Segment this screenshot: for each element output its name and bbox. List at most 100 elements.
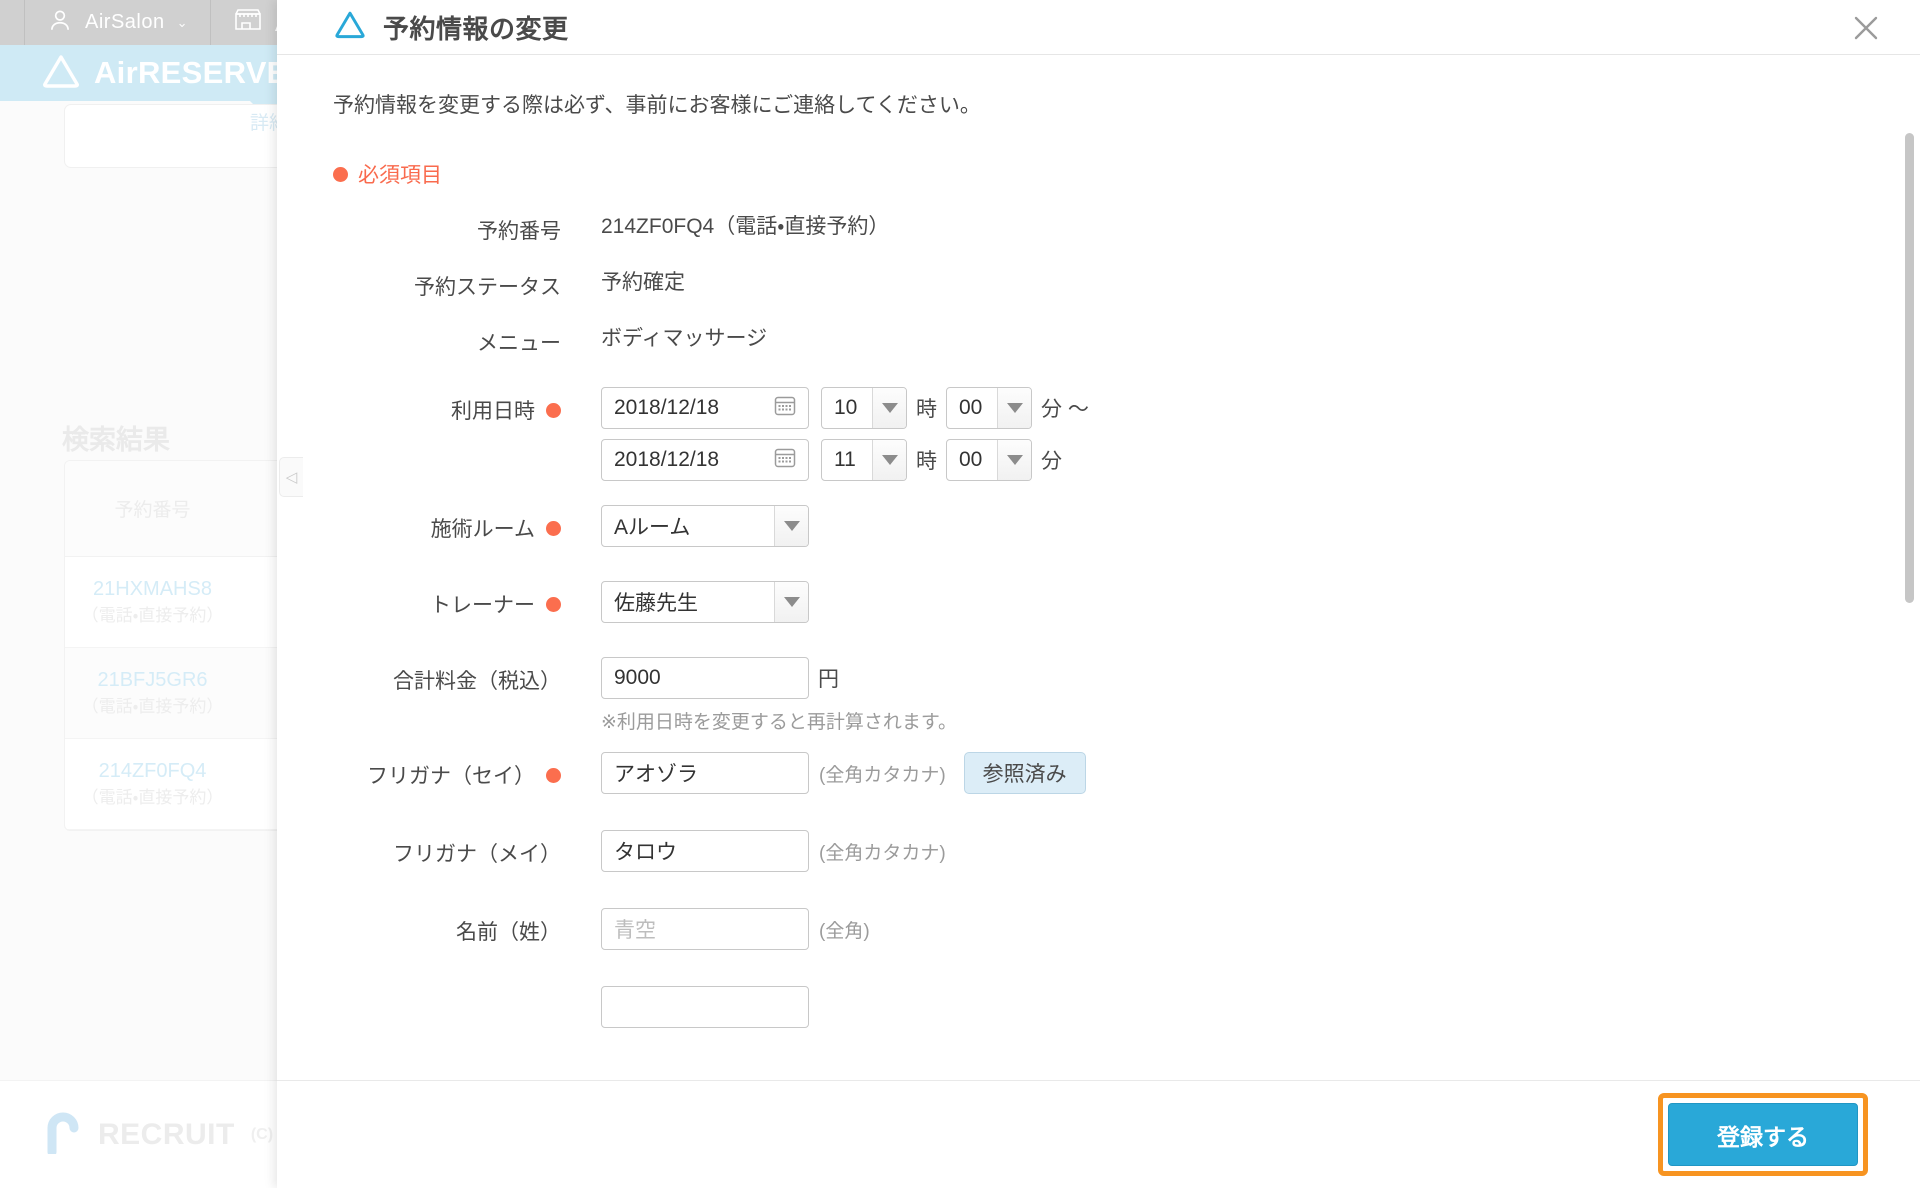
chevron-down-icon <box>774 582 808 622</box>
datetime-end-group: 2018/12/18 11 時 00 分 <box>601 439 1098 481</box>
datetime-start-group: 2018/12/18 10 時 00 分 ～ <box>601 387 1098 429</box>
label-furigana-mei: フリガナ（メイ） <box>393 843 561 866</box>
furigana-mei-input[interactable]: タロウ <box>601 830 809 872</box>
search-results-title: 検索結果 <box>62 425 170 455</box>
recruit-logo-text: RECRUIT <box>98 1117 235 1151</box>
field-row-price: 合計料金（税込） 9000 円 ※利用日時を変更すると再計算されます。 <box>333 657 1920 734</box>
submit-highlight: 登録する <box>1658 1093 1868 1176</box>
edit-reservation-modal: 予約情報の変更 予約情報を変更する際は必ず、事前にお客様にご連絡してください。 … <box>277 0 1920 1188</box>
reservation-no-link[interactable]: 21BFJ5GR6 <box>65 666 240 695</box>
field-row-furigana-sei: フリガナ（セイ） アオゾラ (全角カタカナ) 参照済み <box>333 752 1920 808</box>
name-sei-group: 青空 (全角) <box>601 908 870 950</box>
account-switcher[interactable]: AirSalon ⌄ <box>24 0 212 45</box>
start-hour-value: 10 <box>834 396 858 419</box>
furigana-sei-input[interactable]: アオゾラ <box>601 752 809 794</box>
price-input[interactable]: 9000 <box>601 657 809 699</box>
field-row-reservation-no: 予約番号 214ZF0FQ4（電話・直接予約） <box>333 207 1920 263</box>
value-menu: ボディマッサージ <box>601 327 768 350</box>
minute-unit-label-end: 分 <box>1041 450 1062 473</box>
end-hour-value: 11 <box>834 448 856 471</box>
chevron-down-icon: ⌄ <box>176 14 189 30</box>
cell-reservation-no: 21BFJ5GR6 （電話・直接予約） <box>65 666 240 720</box>
start-minute-select[interactable]: 00 <box>946 387 1032 429</box>
label-trainer-text: トレーナー <box>430 594 535 617</box>
required-dot-icon <box>546 596 561 612</box>
end-minute-select[interactable]: 00 <box>946 439 1032 481</box>
start-hour-select[interactable]: 10 <box>821 387 907 429</box>
reference-button[interactable]: 参照済み <box>963 752 1086 794</box>
required-legend-label: 必須項目 <box>358 164 442 187</box>
field-row-datetime: 利用日時 2018/12/18 10 時 00 分 ～ 2018/12/18 1… <box>333 387 1920 481</box>
reservation-no-link[interactable]: 214ZF0FQ4 <box>65 757 240 786</box>
label-furigana-sei-text: フリガナ（セイ） <box>367 765 535 788</box>
room-select[interactable]: Aルーム <box>601 505 809 547</box>
furigana-mei-value: タロウ <box>614 841 677 864</box>
name-sei-input[interactable]: 青空 <box>601 908 809 950</box>
price-unit-label: 円 <box>818 668 839 691</box>
chevron-down-icon <box>997 388 1031 428</box>
chevron-down-icon <box>872 440 906 480</box>
label-room: 施術ルーム <box>333 505 561 545</box>
furigana-sei-group: アオゾラ (全角カタカナ) 参照済み <box>601 752 1086 794</box>
trainer-value: 佐藤先生 <box>614 592 698 615</box>
start-minute-value: 00 <box>959 396 983 419</box>
required-dot-icon <box>546 520 561 536</box>
chevron-down-icon <box>997 440 1031 480</box>
modal-intro-text: 予約情報を変更する際は必ず、事前にお客様にご連絡してください。 <box>333 94 981 117</box>
label-price: 合計料金（税込） <box>393 670 561 693</box>
hour-unit-label: 時 <box>916 450 937 473</box>
price-input-group: 9000 円 <box>601 657 957 699</box>
end-minute-value: 00 <box>959 448 983 471</box>
value-reservation-no: 214ZF0FQ4（電話・直接予約） <box>601 215 890 238</box>
price-value: 9000 <box>614 666 661 689</box>
label-room-text: 施術ルーム <box>430 518 535 541</box>
value-status: 予約確定 <box>601 271 685 294</box>
furigana-sei-hint: (全角カタカナ) <box>819 764 946 786</box>
label-datetime-text: 利用日時 <box>451 400 535 423</box>
close-icon[interactable] <box>1846 8 1886 48</box>
person-icon <box>47 7 73 39</box>
partial-input[interactable] <box>601 986 809 1028</box>
account-label: AirSalon <box>85 11 165 33</box>
modal-footer: 登録する <box>277 1080 1920 1188</box>
start-date-input[interactable]: 2018/12/18 <box>601 387 809 429</box>
calendar-icon[interactable] <box>772 444 798 476</box>
shop-icon <box>233 7 263 39</box>
modal-body: 予約情報を変更する際は必ず、事前にお客様にご連絡してください。 必須項目 予約番… <box>277 55 1920 1080</box>
hour-unit-label: 時 <box>916 398 937 421</box>
chevron-down-icon <box>774 506 808 546</box>
modal-scrollbar-thumb[interactable] <box>1905 133 1914 603</box>
submit-button[interactable]: 登録する <box>1668 1103 1858 1166</box>
trainer-select[interactable]: 佐藤先生 <box>601 581 809 623</box>
label-reservation-no: 予約番号 <box>477 220 561 243</box>
end-date-input[interactable]: 2018/12/18 <box>601 439 809 481</box>
reservation-channel: （電話・直接予約） <box>81 606 224 626</box>
end-date-value: 2018/12/18 <box>614 448 720 471</box>
chevron-left-icon: ◁ <box>285 469 298 486</box>
minute-unit-label-start: 分 ～ <box>1041 398 1089 421</box>
field-row-menu: メニュー ボディマッサージ <box>333 319 1920 375</box>
reservation-channel: （電話・直接予約） <box>81 697 224 717</box>
reservation-no-link[interactable]: 21HXMAHS8 <box>65 575 240 604</box>
column-header-reservation-no: 予約番号 <box>114 500 191 521</box>
required-legend: 必須項目 <box>333 159 1920 189</box>
calendar-icon[interactable] <box>772 392 798 424</box>
field-row-partial <box>333 986 1920 1042</box>
furigana-mei-hint: (全角カタカナ) <box>819 842 946 864</box>
end-hour-select[interactable]: 11 <box>821 439 907 481</box>
room-value: Aルーム <box>614 516 691 539</box>
label-furigana-sei: フリガナ（セイ） <box>333 752 561 792</box>
required-dot-icon <box>546 402 561 418</box>
chevron-down-icon <box>872 388 906 428</box>
field-row-status: 予約ステータス 予約確定 <box>333 263 1920 319</box>
field-row-furigana-mei: フリガナ（メイ） タロウ (全角カタカナ) <box>333 830 1920 886</box>
required-dot-icon <box>333 166 348 182</box>
start-date-value: 2018/12/18 <box>614 396 720 419</box>
reservation-channel: （電話・直接予約） <box>81 788 224 808</box>
field-row-name-sei: 名前（姓） 青空 (全角) <box>333 908 1920 964</box>
cell-reservation-no: 21HXMAHS8 （電話・直接予約） <box>65 575 240 629</box>
modal-title: 予約情報の変更 <box>383 13 569 44</box>
sidebar-collapse-handle[interactable]: ◁ <box>279 457 303 497</box>
cell-reservation-no: 214ZF0FQ4 （電話・直接予約） <box>65 757 240 811</box>
airreserve-triangle-logo-icon <box>40 52 82 95</box>
